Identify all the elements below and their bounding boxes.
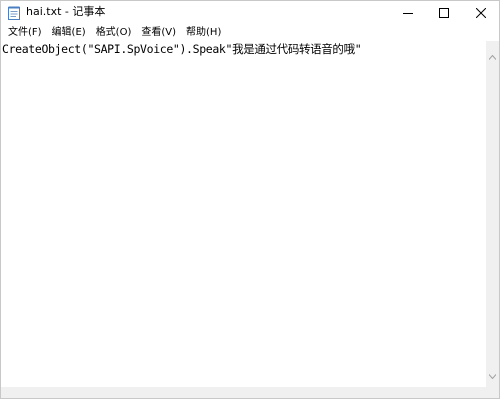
editor-content[interactable]: CreateObject("SAPI.SpVoice").Speak"我是通过代… — [2, 42, 362, 57]
scroll-left-icon[interactable] — [5, 390, 10, 398]
close-button[interactable] — [463, 1, 499, 24]
title-bar[interactable]: hai.txt - 记事本 — [1, 1, 499, 24]
menu-bar: 文件(F) 编辑(E) 格式(O) 查看(V) 帮助(H) — [1, 24, 499, 41]
menu-file[interactable]: 文件(F) — [3, 26, 47, 40]
maximize-button[interactable] — [426, 1, 462, 24]
resize-grip[interactable] — [486, 387, 499, 398]
minimize-button[interactable] — [390, 1, 426, 24]
scroll-down-icon[interactable] — [488, 364, 497, 383]
vertical-scrollbar[interactable] — [486, 41, 499, 387]
text-editor-area[interactable]: CreateObject("SAPI.SpVoice").Speak"我是通过代… — [1, 41, 486, 387]
minimize-icon — [403, 3, 413, 22]
scroll-up-icon[interactable] — [488, 45, 497, 64]
horizontal-scrollbar[interactable] — [1, 387, 486, 398]
notepad-window: hai.txt - 记事本 文件(F) 编辑(E) 格式(O) 查看(V) 帮助… — [0, 0, 500, 399]
menu-view[interactable]: 查看(V) — [136, 26, 181, 40]
menu-edit[interactable]: 编辑(E) — [47, 26, 91, 40]
menu-format[interactable]: 格式(O) — [91, 26, 137, 40]
close-icon — [475, 3, 487, 22]
menu-help[interactable]: 帮助(H) — [181, 26, 226, 40]
window-title: hai.txt - 记事本 — [26, 5, 106, 18]
scroll-right-icon[interactable] — [477, 390, 482, 398]
notepad-app-icon — [8, 5, 20, 20]
maximize-icon — [439, 3, 449, 22]
